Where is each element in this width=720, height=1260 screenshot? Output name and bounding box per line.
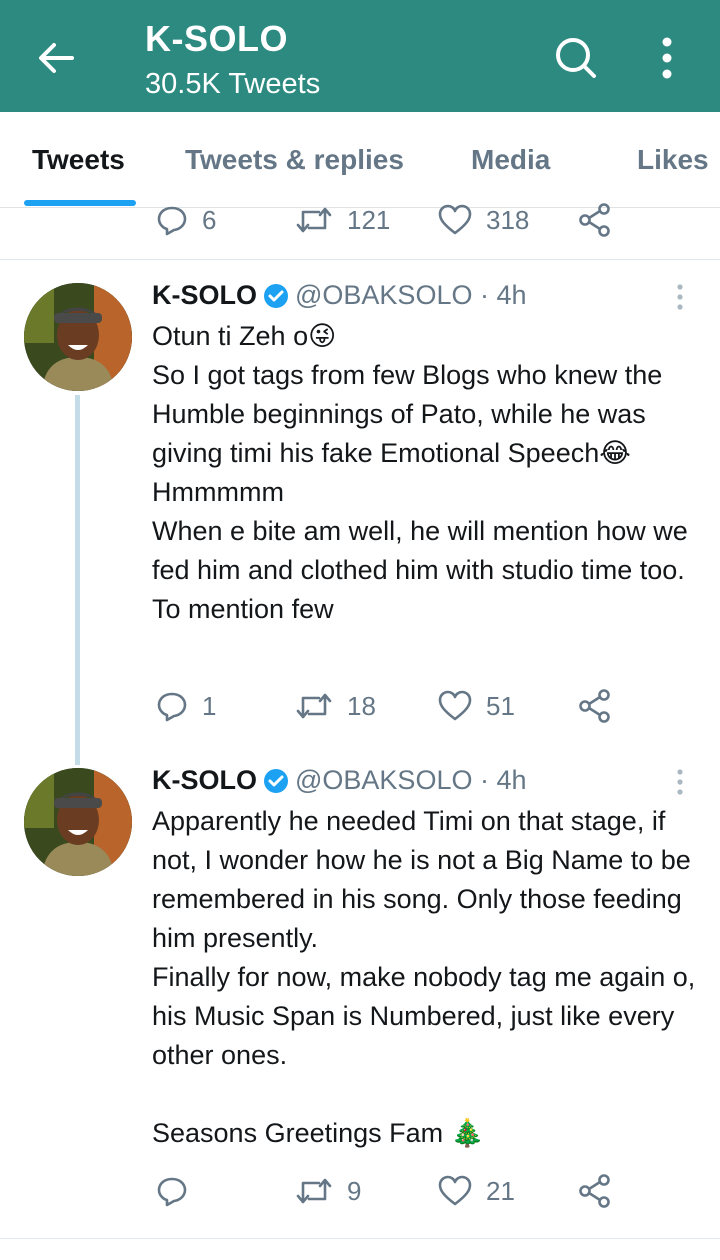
like-icon [438, 1175, 472, 1206]
retweet-count: 9 [347, 1175, 362, 1206]
tab-likes[interactable]: Likes [637, 144, 709, 176]
avatar-image [24, 768, 132, 876]
retweet-button[interactable]: 18 [295, 686, 376, 726]
like-button[interactable]: 21 [438, 1171, 515, 1211]
reply-button[interactable]: 1 [156, 686, 216, 726]
share-button[interactable] [578, 1171, 612, 1211]
author-name[interactable]: K-SOLO [152, 765, 257, 796]
avatar-image [24, 283, 132, 391]
reply-button[interactable] [156, 1171, 202, 1211]
retweet-button[interactable]: 121 [295, 200, 390, 240]
thread-connector [75, 395, 80, 765]
like-count: 318 [486, 204, 530, 235]
like-count: 51 [486, 690, 515, 721]
app-header: K-SOLO 30.5K Tweets [0, 0, 720, 112]
back-arrow-icon[interactable] [34, 36, 78, 80]
share-icon [579, 689, 610, 723]
retweet-button[interactable]: 9 [295, 1171, 361, 1211]
tab-media[interactable]: Media [471, 144, 550, 176]
like-button[interactable]: 318 [438, 200, 529, 240]
verified-badge-icon [264, 768, 288, 793]
tweet-text: Otun ti Zeh o😜 So I got tags from few Bl… [152, 321, 688, 624]
retweet-icon [296, 1178, 332, 1204]
reply-button[interactable]: 6 [156, 200, 216, 240]
share-icon [579, 1174, 610, 1208]
avatar[interactable] [24, 768, 132, 876]
reply-count: 1 [202, 690, 217, 721]
tweet-text: Apparently he needed Timi on that stage,… [152, 806, 696, 1148]
retweet-icon [296, 693, 332, 719]
like-icon [438, 690, 472, 721]
share-icon [579, 203, 610, 237]
tab-tweets-and-replies[interactable]: Tweets & replies [185, 144, 404, 176]
retweet-count: 18 [347, 690, 376, 721]
share-button[interactable] [578, 686, 612, 726]
reply-icon [157, 206, 187, 236]
tweet-header: K-SOLO @OBAKSOLO · 4h [152, 280, 527, 311]
verified-badge-icon [264, 283, 288, 308]
like-count: 21 [486, 1175, 515, 1206]
active-tab-indicator [24, 200, 136, 206]
author-handle[interactable]: @OBAKSOLO · 4h [295, 765, 527, 796]
tweet-actions: 1 18 51 [152, 686, 672, 726]
retweet-icon [296, 207, 332, 233]
reply-count: 6 [202, 204, 217, 235]
tweet-menu-icon[interactable] [674, 768, 686, 796]
reply-icon [157, 1177, 187, 1207]
profile-tabs: Tweets Tweets & replies Media Likes [0, 112, 720, 208]
tweet-header: K-SOLO @OBAKSOLO · 4h [152, 765, 527, 796]
tweet-count: 30.5K Tweets [145, 68, 321, 100]
like-button[interactable]: 51 [438, 686, 515, 726]
author-name[interactable]: K-SOLO [152, 280, 257, 311]
more-vertical-icon[interactable] [652, 34, 682, 82]
avatar[interactable] [24, 283, 132, 391]
tab-tweets[interactable]: Tweets [32, 144, 125, 176]
tweet-actions: 9 21 [152, 1171, 672, 1211]
share-button[interactable] [578, 200, 612, 240]
reply-icon [157, 692, 187, 722]
like-icon [438, 204, 472, 235]
tweet-actions-previous: 6 121 318 [152, 200, 672, 240]
profile-title: K-SOLO [145, 18, 288, 59]
author-handle[interactable]: @OBAKSOLO · 4h [295, 280, 527, 311]
tweet-menu-icon[interactable] [674, 283, 686, 311]
search-icon[interactable] [552, 34, 600, 82]
divider [0, 259, 720, 260]
retweet-count: 121 [347, 204, 391, 235]
divider [0, 1238, 720, 1239]
